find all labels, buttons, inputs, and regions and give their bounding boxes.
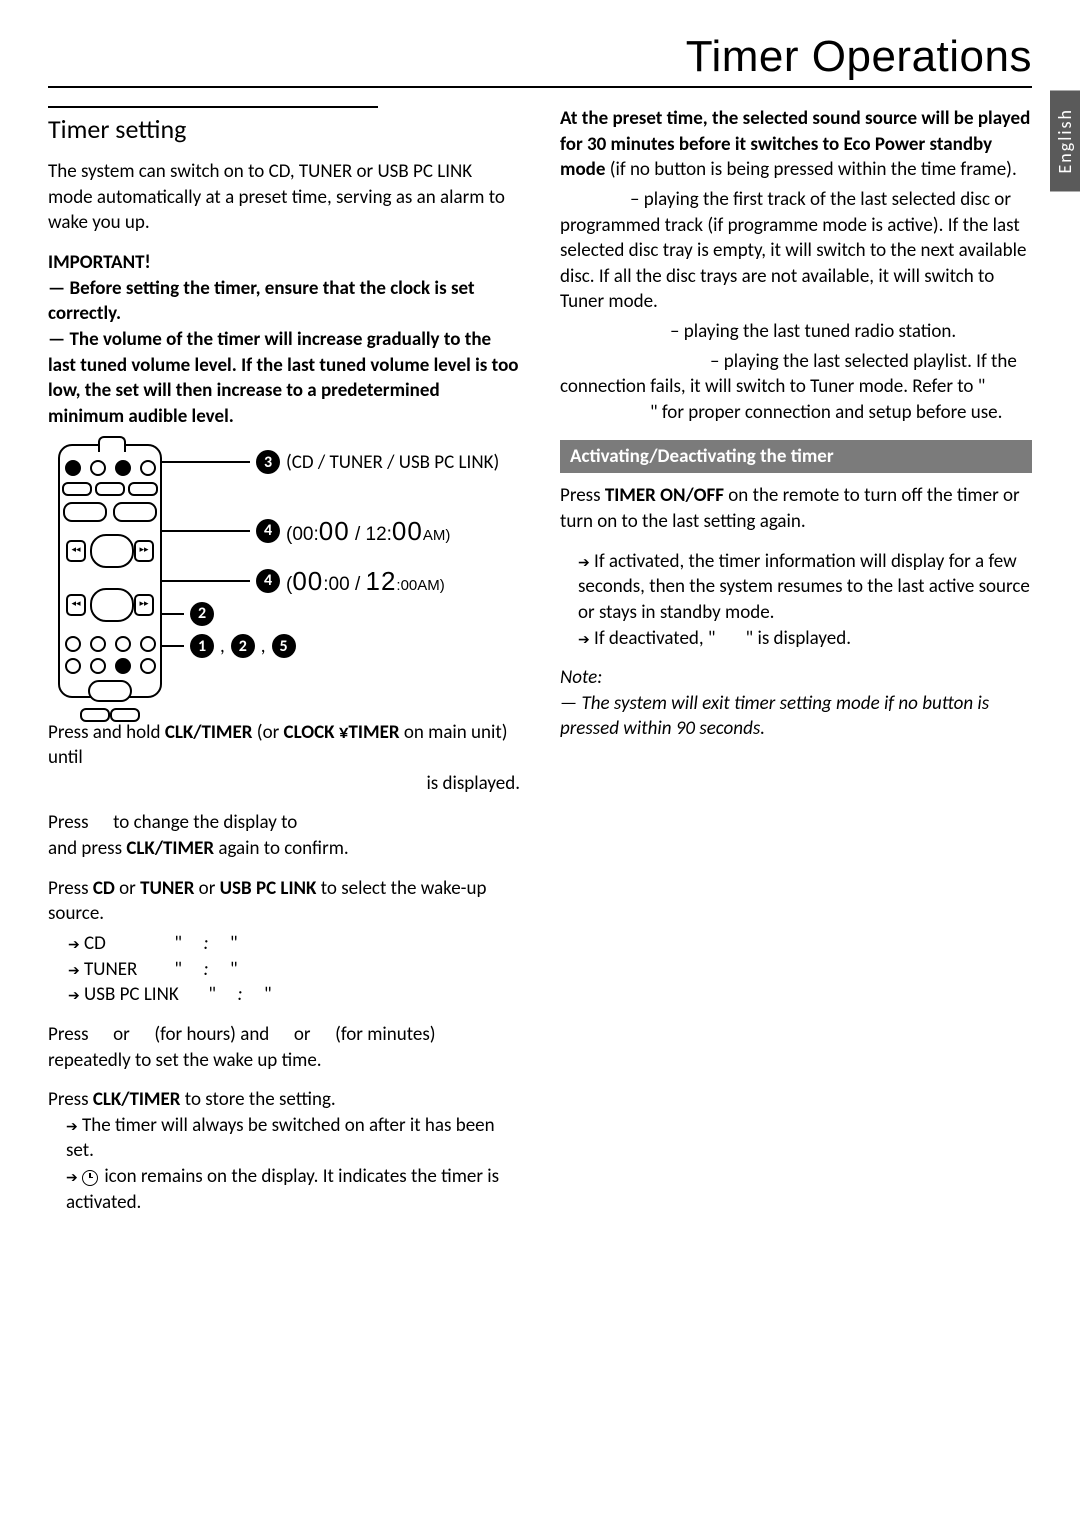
deactivated-note: ➔ If deactivated, "" is displayed. <box>560 626 1032 652</box>
source-cd: ➔ CD " : " <box>48 931 520 957</box>
callout-3: 3 (CD / TUNER / USB PC LINK) <box>160 450 499 476</box>
right-column: At the preset time, the selected sound s… <box>560 106 1032 1229</box>
remote-outline: ◂◂ ▸▸ ◂◂ ▸▸ <box>58 444 162 698</box>
clock-icon <box>82 1170 98 1186</box>
callout-1-2-5: 1, 2, 5 <box>160 634 302 660</box>
intro-paragraph: The system can switch on to CD, TUNER or… <box>48 159 520 236</box>
page-title: Timer Operations <box>48 32 1032 88</box>
note-block: Note: — The system will exit timer setti… <box>560 665 1032 742</box>
btn-clock-timer-main: CLOCK ¥TIMER <box>284 721 400 744</box>
callout-4b-text: (00:00 / 12:00AM) <box>286 564 445 599</box>
left-column: Timer setting The system can switch on t… <box>48 106 520 1229</box>
btn-cd: CD <box>93 877 115 900</box>
btn-clk-timer: CLK/TIMER <box>165 721 253 744</box>
important-line-1: — Before setting the timer, ensure that … <box>48 276 520 327</box>
remote-tiny-labels <box>60 448 160 454</box>
badge-3: 3 <box>256 450 280 474</box>
badge-4b: 4 <box>256 569 280 593</box>
callout-4a: 4 (00:00 / 12:00AM) <box>160 514 450 549</box>
btn-clk-timer-3: CLK/TIMER <box>93 1088 181 1111</box>
badge-5: 5 <box>272 634 296 658</box>
callout-4a-text: (00:00 / 12:00AM) <box>286 514 450 549</box>
source-tuner: ➔ TUNER " : " <box>48 957 520 983</box>
callout-3-text: (CD / TUNER / USB PC LINK) <box>286 450 499 476</box>
cd-behaviour: – playing the first track of the last se… <box>560 187 1032 315</box>
btn-tuner: TUNER <box>140 877 194 900</box>
step-2: Press to change the display to and press… <box>48 810 520 861</box>
source-usb: ➔ USB PC LINK " : " <box>48 982 520 1008</box>
important-label: IMPORTANT! <box>48 250 520 276</box>
activated-note: ➔ If activated, the timer information wi… <box>560 549 1032 626</box>
tuner-behaviour: – playing the last tuned radio station. <box>560 319 1032 345</box>
badge-2b: 2 <box>231 634 255 658</box>
language-tab: English <box>1050 90 1080 191</box>
callout-2: 2 <box>160 602 220 626</box>
section-activating-bar: Activating/Deactivating the timer <box>560 440 1032 474</box>
btn-timer-on-off: TIMER ON/OFF <box>605 484 724 507</box>
content-columns: Timer setting The system can switch on t… <box>48 106 1032 1229</box>
step-3: Press CD or TUNER or USB PC LINK to sele… <box>48 876 520 927</box>
important-block: IMPORTANT! — Before setting the timer, e… <box>48 250 520 429</box>
step-4: Press or (for hours) and or (for minutes… <box>48 1022 520 1073</box>
badge-1: 1 <box>190 634 214 658</box>
preset-time-paragraph: At the preset time, the selected sound s… <box>560 106 1032 183</box>
important-line-2: — The volume of the timer will increase … <box>48 327 520 430</box>
remote-diagram: ◂◂ ▸▸ ◂◂ ▸▸ 3 <box>48 444 478 704</box>
note-text: — The system will exit timer setting mod… <box>560 691 1032 742</box>
section-timer-setting: Timer setting <box>48 106 378 147</box>
step-5: Press CLK/TIMER to store the setting. ➔ … <box>48 1087 520 1215</box>
btn-usb-pc-link: USB PC LINK <box>220 877 317 900</box>
step-5-note-1: ➔ The timer will always be switched on a… <box>48 1113 520 1164</box>
step-5-note-2: ➔ icon remains on the display. It indica… <box>48 1164 520 1215</box>
note-label: Note: <box>560 665 1032 691</box>
step-1: Press and hold CLK/TIMER (or CLOCK ¥TIME… <box>48 720 520 797</box>
usb-behaviour: – playing the last selected playlist. If… <box>560 349 1032 426</box>
activate-step: Press TIMER ON/OFF on the remote to turn… <box>560 483 1032 534</box>
badge-2: 2 <box>190 602 214 626</box>
badge-4a: 4 <box>256 519 280 543</box>
callout-4b: 4 (00:00 / 12:00AM) <box>160 564 445 599</box>
btn-clk-timer-2: CLK/TIMER <box>126 837 214 860</box>
source-display-list: ➔ CD " : " ➔ TUNER " : " ➔ USB PC LINK "… <box>48 931 520 1008</box>
